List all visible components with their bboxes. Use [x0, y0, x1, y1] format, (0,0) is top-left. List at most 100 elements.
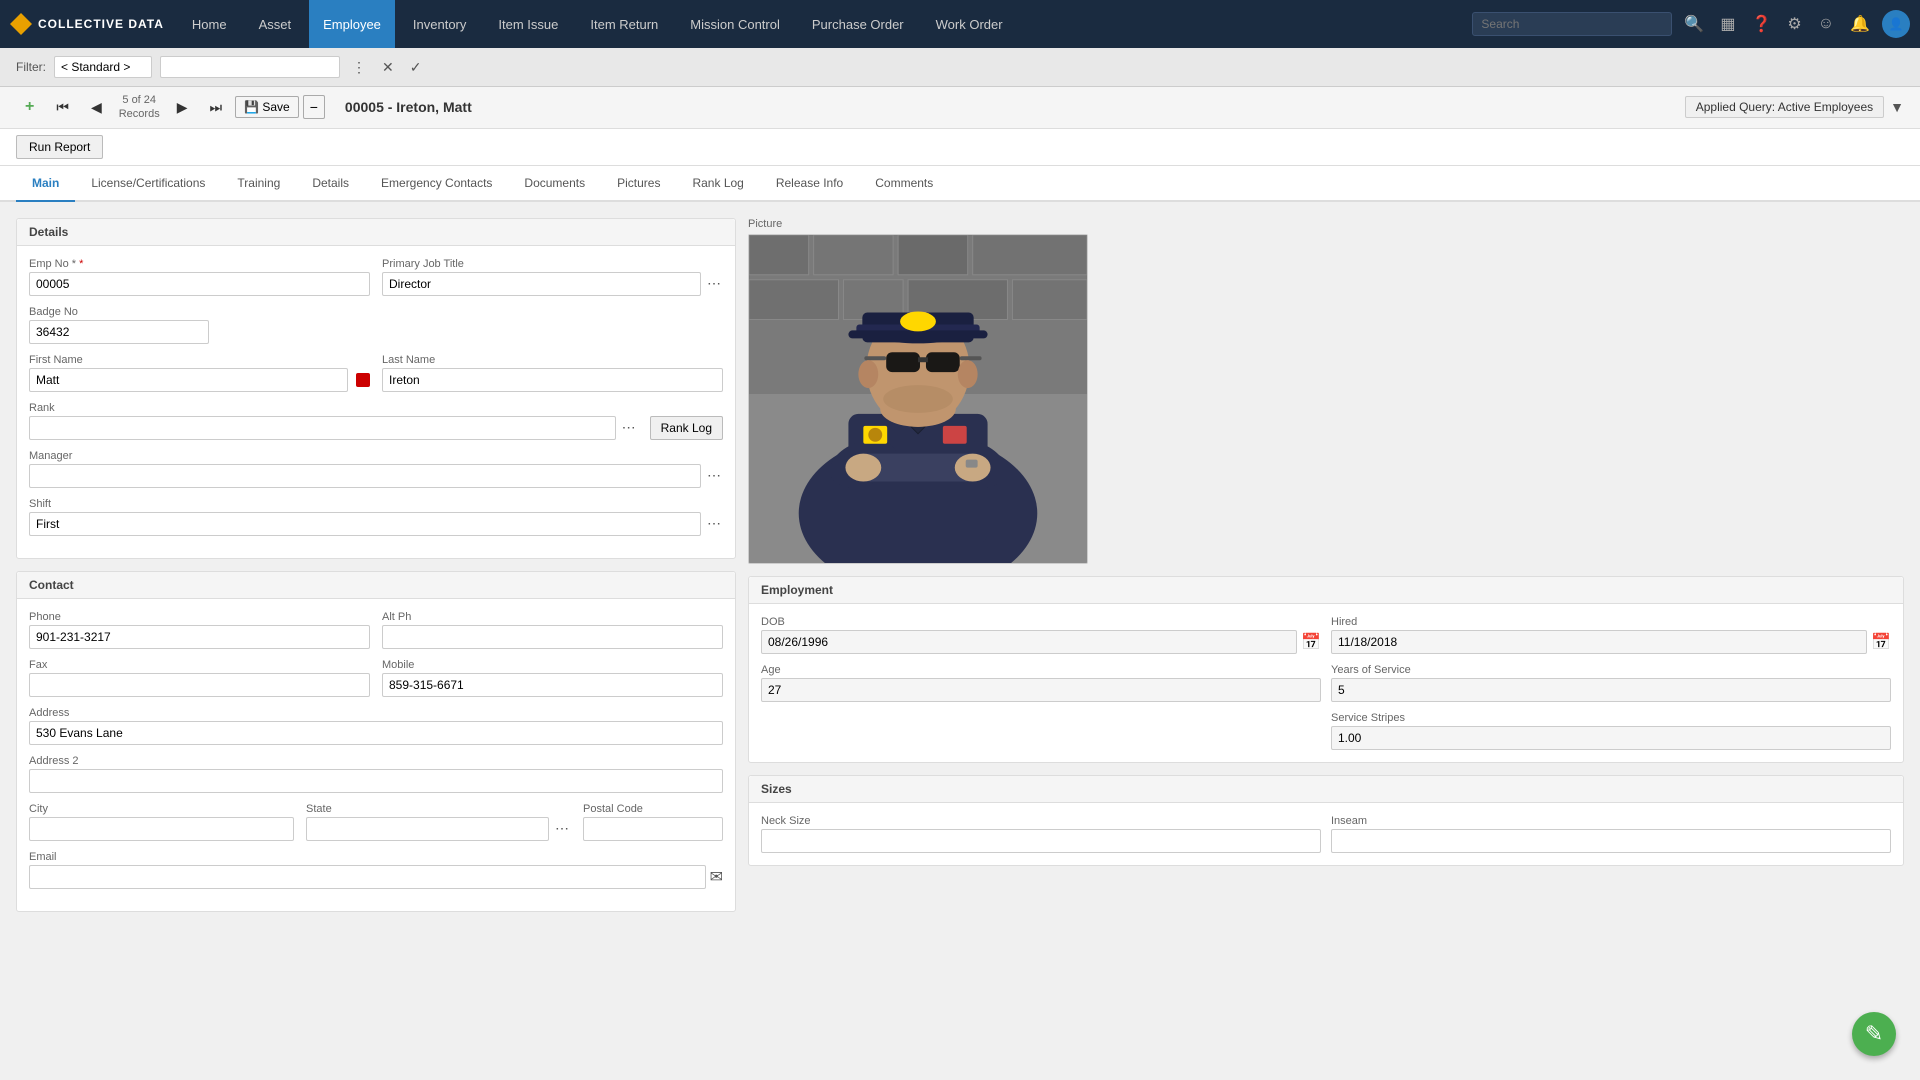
state-select[interactable] — [306, 817, 549, 841]
state-group: State ⋯ — [306, 803, 571, 841]
grid-icon[interactable]: ▦ — [1716, 10, 1739, 38]
tab-main[interactable]: Main — [16, 166, 75, 202]
edit-fab[interactable]: ✎ — [1852, 1012, 1896, 1056]
search-icon[interactable]: 🔍 — [1680, 10, 1708, 38]
employment-grid: DOB 📅 Hired 📅 — [761, 616, 1891, 750]
postal-input[interactable] — [583, 817, 723, 841]
filter-input[interactable] — [160, 56, 340, 78]
email-icon[interactable]: ✉ — [710, 867, 723, 887]
hired-input[interactable] — [1331, 630, 1867, 654]
primary-job-title-row: Director ⋯ — [382, 272, 723, 296]
run-report-button[interactable]: Run Report — [16, 135, 103, 159]
phone-input[interactable] — [29, 625, 370, 649]
years-of-service-group: Years of Service — [1331, 664, 1891, 702]
hired-field-row: 📅 — [1331, 630, 1891, 654]
rank-more-btn[interactable]: ⋯ — [620, 417, 638, 438]
dob-input[interactable] — [761, 630, 1297, 654]
nav-item-employee[interactable]: Employee — [309, 0, 395, 48]
filter-more-btn[interactable]: ⋮ — [348, 57, 370, 78]
search-input[interactable] — [1472, 12, 1672, 36]
dob-field-row: 📅 — [761, 630, 1321, 654]
fax-input[interactable] — [29, 673, 370, 697]
contact-card-header: Contact — [17, 572, 735, 599]
service-stripes-group-spacer — [761, 712, 1321, 750]
next-record-button[interactable]: ▶ — [168, 95, 197, 120]
age-group: Age — [761, 664, 1321, 702]
first-name-group: First Name — [29, 354, 370, 392]
bell-icon[interactable]: 🔔 — [1846, 10, 1874, 38]
first-name-input[interactable] — [29, 368, 348, 392]
nav-item-work-order[interactable]: Work Order — [922, 0, 1017, 48]
last-name-input[interactable] — [382, 368, 723, 392]
applied-query-button[interactable]: Applied Query: Active Employees — [1685, 96, 1884, 118]
settings-icon[interactable]: ⚙ — [1783, 10, 1805, 38]
city-input[interactable] — [29, 817, 294, 841]
mobile-col: Mobile — [382, 659, 723, 707]
inseam-input[interactable] — [1331, 829, 1891, 853]
minus-button[interactable]: − — [303, 95, 325, 119]
tab-emergency-contacts[interactable]: Emergency Contacts — [365, 166, 508, 202]
add-button[interactable]: + — [16, 94, 43, 120]
save-button[interactable]: 💾 Save — [235, 96, 299, 118]
last-record-button[interactable]: ⏭ — [200, 95, 231, 120]
nav-item-home[interactable]: Home — [178, 0, 241, 48]
details-card-header: Details — [17, 219, 735, 246]
help-icon[interactable]: ❓ — [1747, 10, 1775, 38]
mobile-input[interactable] — [382, 673, 723, 697]
hired-calendar-icon[interactable]: 📅 — [1871, 632, 1891, 652]
hired-group: Hired 📅 — [1331, 616, 1891, 654]
tab-training[interactable]: Training — [221, 166, 296, 202]
shift-more-btn[interactable]: ⋯ — [705, 513, 723, 534]
expand-icon[interactable]: ▼ — [1890, 99, 1904, 115]
address-input[interactable] — [29, 721, 723, 745]
badge-no-input[interactable] — [29, 320, 209, 344]
address2-label: Address 2 — [29, 755, 723, 767]
emoji-icon[interactable]: ☺ — [1814, 11, 1838, 37]
rank-log-button[interactable]: Rank Log — [650, 416, 723, 440]
badge-no-group: Badge No — [29, 306, 209, 344]
tab-license[interactable]: License/Certifications — [75, 166, 221, 202]
phone-col: Phone — [29, 611, 370, 659]
primary-job-title-more-btn[interactable]: ⋯ — [705, 273, 723, 294]
tab-comments[interactable]: Comments — [859, 166, 949, 202]
dob-calendar-icon[interactable]: 📅 — [1301, 632, 1321, 652]
tab-documents[interactable]: Documents — [508, 166, 601, 202]
first-record-button[interactable]: ⏮ — [47, 95, 78, 120]
email-input[interactable] — [29, 865, 706, 889]
manager-more-btn[interactable]: ⋯ — [705, 465, 723, 486]
neck-size-input[interactable] — [761, 829, 1321, 853]
manager-select[interactable] — [29, 464, 701, 488]
emp-no-input[interactable] — [29, 272, 370, 296]
tab-details[interactable]: Details — [296, 166, 365, 202]
nav-item-inventory[interactable]: Inventory — [399, 0, 480, 48]
filter-cancel-btn[interactable]: ✕ — [378, 57, 398, 78]
primary-job-title-select[interactable]: Director — [382, 272, 701, 296]
postal-label: Postal Code — [583, 803, 723, 815]
officer-svg — [749, 235, 1087, 563]
address2-input[interactable] — [29, 769, 723, 793]
tab-rank-log[interactable]: Rank Log — [676, 166, 759, 202]
state-more-btn[interactable]: ⋯ — [553, 818, 571, 839]
filter-confirm-btn[interactable]: ✓ — [406, 57, 426, 78]
phone-label: Phone — [29, 611, 370, 623]
flag-icon — [356, 373, 370, 387]
first-name-label: First Name — [29, 354, 370, 366]
tab-release-info[interactable]: Release Info — [760, 166, 859, 202]
inseam-group: Inseam — [1331, 815, 1891, 853]
address-group: Address — [29, 707, 723, 745]
tab-pictures[interactable]: Pictures — [601, 166, 676, 202]
rank-select[interactable] — [29, 416, 616, 440]
nav-item-purchase-order[interactable]: Purchase Order — [798, 0, 918, 48]
prev-record-button[interactable]: ◀ — [82, 95, 111, 120]
picture-section: Picture — [748, 218, 1904, 564]
alt-ph-col: Alt Ph — [382, 611, 723, 659]
nav-item-mission-control[interactable]: Mission Control — [676, 0, 794, 48]
nav-item-item-return[interactable]: Item Return — [576, 0, 672, 48]
nav-item-item-issue[interactable]: Item Issue — [484, 0, 572, 48]
user-avatar[interactable]: 👤 — [1882, 10, 1910, 38]
alt-ph-input[interactable] — [382, 625, 723, 649]
nav-item-asset[interactable]: Asset — [245, 0, 306, 48]
shift-select[interactable]: First — [29, 512, 701, 536]
service-stripes-input — [1331, 726, 1891, 750]
filter-select[interactable]: < Standard > — [54, 56, 152, 78]
